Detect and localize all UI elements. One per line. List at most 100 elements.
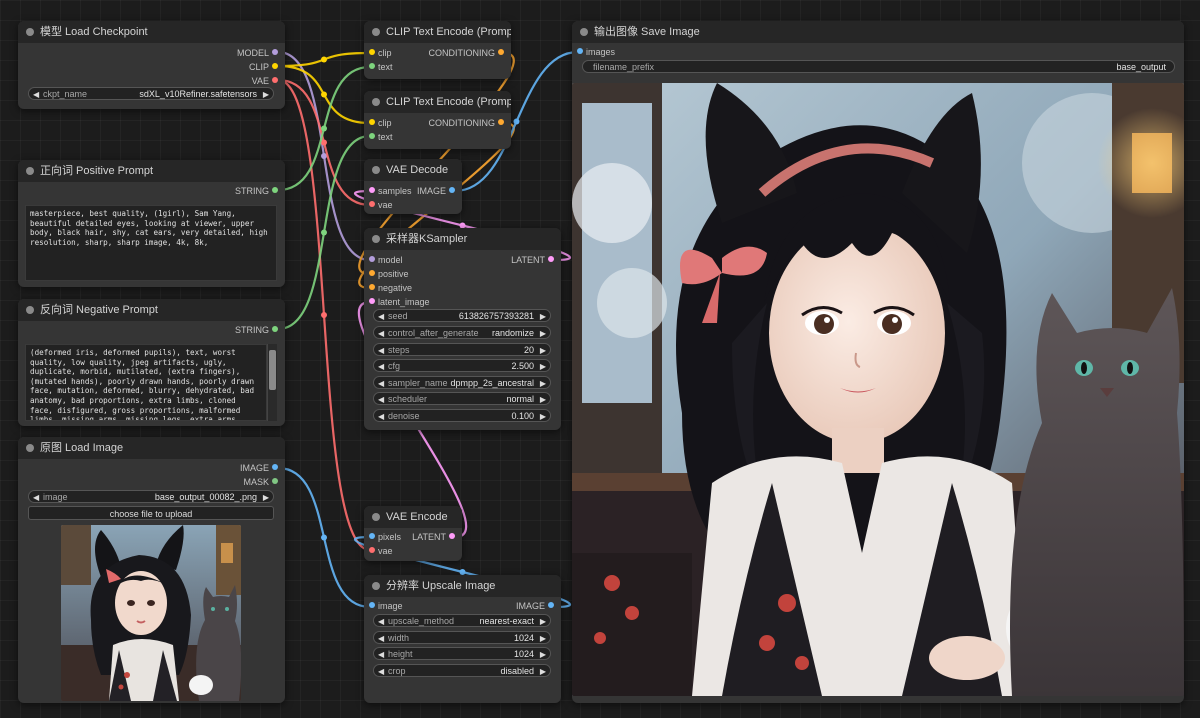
node-title[interactable]: CLIP Text Encode (Prompt) — [364, 21, 511, 43]
input-latent-image[interactable]: latent_image — [369, 296, 430, 308]
input-text[interactable]: text — [369, 131, 393, 143]
collapse-dot-icon[interactable] — [372, 166, 380, 174]
node-vae-decode[interactable]: VAE Decode samples vae IMAGE — [364, 159, 462, 214]
output-pin-icon[interactable] — [272, 49, 278, 55]
wire-midpoint-dot[interactable] — [321, 153, 327, 159]
wire-vae-encode[interactable] — [277, 78, 371, 552]
denoise-widget[interactable]: ◀ denoise 0.100 ▶ — [373, 409, 551, 422]
collapse-dot-icon[interactable] — [580, 28, 588, 36]
arrow-left-icon[interactable]: ◀ — [33, 88, 39, 101]
crop-widget[interactable]: ◀ crop disabled ▶ — [373, 664, 551, 677]
node-title[interactable]: VAE Encode — [364, 506, 462, 528]
output-pin-icon[interactable] — [548, 602, 554, 608]
input-text[interactable]: text — [369, 61, 393, 73]
wire-midpoint-dot[interactable] — [321, 125, 327, 132]
height-widget[interactable]: ◀ height 1024 ▶ — [373, 647, 551, 660]
collapse-dot-icon[interactable] — [26, 444, 34, 452]
wire-midpoint-dot[interactable] — [321, 312, 327, 318]
node-title[interactable]: 输出图像 Save Image — [572, 21, 1184, 43]
wire-loadimage-upscale[interactable] — [277, 466, 371, 609]
arrow-left-icon[interactable]: ◀ — [378, 410, 384, 423]
input-pin-icon[interactable] — [369, 201, 375, 207]
input-vae[interactable]: vae — [369, 199, 393, 211]
wire-model-ksampler[interactable] — [277, 50, 371, 262]
collapse-dot-icon[interactable] — [26, 28, 34, 36]
collapse-dot-icon[interactable] — [372, 28, 380, 36]
node-title[interactable]: 原图 Load Image — [18, 437, 285, 459]
wire-midpoint-dot[interactable] — [321, 229, 327, 236]
node-ksampler[interactable]: 采样器KSampler model positive negative late… — [364, 228, 561, 430]
node-save-image[interactable]: 输出图像 Save Image images filename_prefix b… — [572, 21, 1184, 703]
input-pin-icon[interactable] — [369, 49, 375, 55]
node-title[interactable]: VAE Decode — [364, 159, 462, 181]
arrow-right-icon[interactable]: ▶ — [263, 491, 269, 504]
textarea-scrollbar[interactable] — [267, 344, 277, 421]
negative-prompt-textarea[interactable]: (deformed iris, deformed pupils), text, … — [25, 344, 267, 421]
collapse-dot-icon[interactable] — [372, 582, 380, 590]
node-upscale-image[interactable]: 分辨率 Upscale Image image IMAGE ◀ upscale_m… — [364, 575, 561, 703]
input-pin-icon[interactable] — [369, 533, 375, 539]
output-latent[interactable]: LATENT — [511, 254, 554, 266]
output-pin-icon[interactable] — [272, 478, 278, 484]
node-title[interactable]: 反向词 Negative Prompt — [18, 299, 285, 321]
output-pin-icon[interactable] — [498, 49, 504, 55]
width-widget[interactable]: ◀ width 1024 ▶ — [373, 631, 551, 644]
arrow-left-icon[interactable]: ◀ — [378, 632, 384, 645]
input-pin-icon[interactable] — [369, 602, 375, 608]
sampler-name-widget[interactable]: ◀ sampler_name dpmpp_2s_ancestral ▶ — [373, 376, 551, 389]
output-model[interactable]: MODEL — [237, 47, 278, 59]
wire-vae-decode[interactable] — [277, 78, 371, 207]
node-title[interactable]: 模型 Load Checkpoint — [18, 21, 285, 43]
output-pin-icon[interactable] — [498, 119, 504, 125]
input-pin-icon[interactable] — [369, 256, 375, 262]
arrow-left-icon[interactable]: ◀ — [378, 665, 384, 678]
collapse-dot-icon[interactable] — [372, 98, 380, 106]
node-positive-prompt[interactable]: 正向词 Positive Prompt STRING masterpiece, … — [18, 160, 285, 287]
node-title[interactable]: 采样器KSampler — [364, 228, 561, 250]
arrow-right-icon[interactable]: ▶ — [263, 88, 269, 101]
arrow-left-icon[interactable]: ◀ — [378, 360, 384, 373]
output-pin-icon[interactable] — [272, 326, 278, 332]
arrow-left-icon[interactable]: ◀ — [378, 344, 384, 357]
wire-midpoint-dot[interactable] — [321, 139, 327, 146]
output-string[interactable]: STRING — [235, 324, 278, 336]
input-clip[interactable]: clip — [369, 47, 392, 59]
output-mask[interactable]: MASK — [243, 476, 278, 488]
input-samples[interactable]: samples — [369, 185, 412, 197]
node-title[interactable]: CLIP Text Encode (Prompt) — [364, 91, 511, 113]
wire-midpoint-dot[interactable] — [321, 56, 327, 63]
input-pin-icon[interactable] — [369, 63, 375, 69]
filename-prefix-field[interactable]: filename_prefix base_output — [582, 60, 1175, 73]
node-vae-encode[interactable]: VAE Encode pixels vae LATENT — [364, 506, 462, 561]
wire-clip-encode2[interactable] — [277, 64, 371, 125]
output-pin-icon[interactable] — [272, 77, 278, 83]
output-pin-icon[interactable] — [272, 464, 278, 470]
input-pin-icon[interactable] — [369, 547, 375, 553]
input-pin-icon[interactable] — [369, 187, 375, 193]
output-conditioning[interactable]: CONDITIONING — [429, 117, 504, 129]
input-negative[interactable]: negative — [369, 282, 412, 294]
node-title[interactable]: 正向词 Positive Prompt — [18, 160, 285, 182]
collapse-dot-icon[interactable] — [26, 306, 34, 314]
input-pin-icon[interactable] — [369, 119, 375, 125]
output-latent[interactable]: LATENT — [412, 531, 455, 543]
output-clip[interactable]: CLIP — [249, 61, 278, 73]
seed-widget[interactable]: ◀ seed 613826757393281 ▶ — [373, 309, 551, 322]
output-pin-icon[interactable] — [272, 63, 278, 69]
output-image[interactable]: IMAGE — [417, 185, 455, 197]
wire-positive-text[interactable] — [277, 65, 371, 192]
input-clip[interactable]: clip — [369, 117, 392, 129]
wire-midpoint-dot[interactable] — [321, 91, 327, 98]
output-image[interactable]: IMAGE — [516, 600, 554, 612]
arrow-left-icon[interactable]: ◀ — [378, 327, 384, 340]
arrow-right-icon[interactable]: ▶ — [540, 327, 546, 340]
arrow-left-icon[interactable]: ◀ — [378, 615, 384, 628]
arrow-right-icon[interactable]: ▶ — [540, 615, 546, 628]
collapse-dot-icon[interactable] — [26, 167, 34, 175]
input-positive[interactable]: positive — [369, 268, 409, 280]
node-load-checkpoint[interactable]: 模型 Load Checkpoint MODEL CLIP VAE ◀ ckpt… — [18, 21, 285, 109]
input-pin-icon[interactable] — [577, 48, 583, 54]
arrow-right-icon[interactable]: ▶ — [540, 360, 546, 373]
arrow-left-icon[interactable]: ◀ — [378, 393, 384, 406]
input-vae[interactable]: vae — [369, 545, 393, 557]
